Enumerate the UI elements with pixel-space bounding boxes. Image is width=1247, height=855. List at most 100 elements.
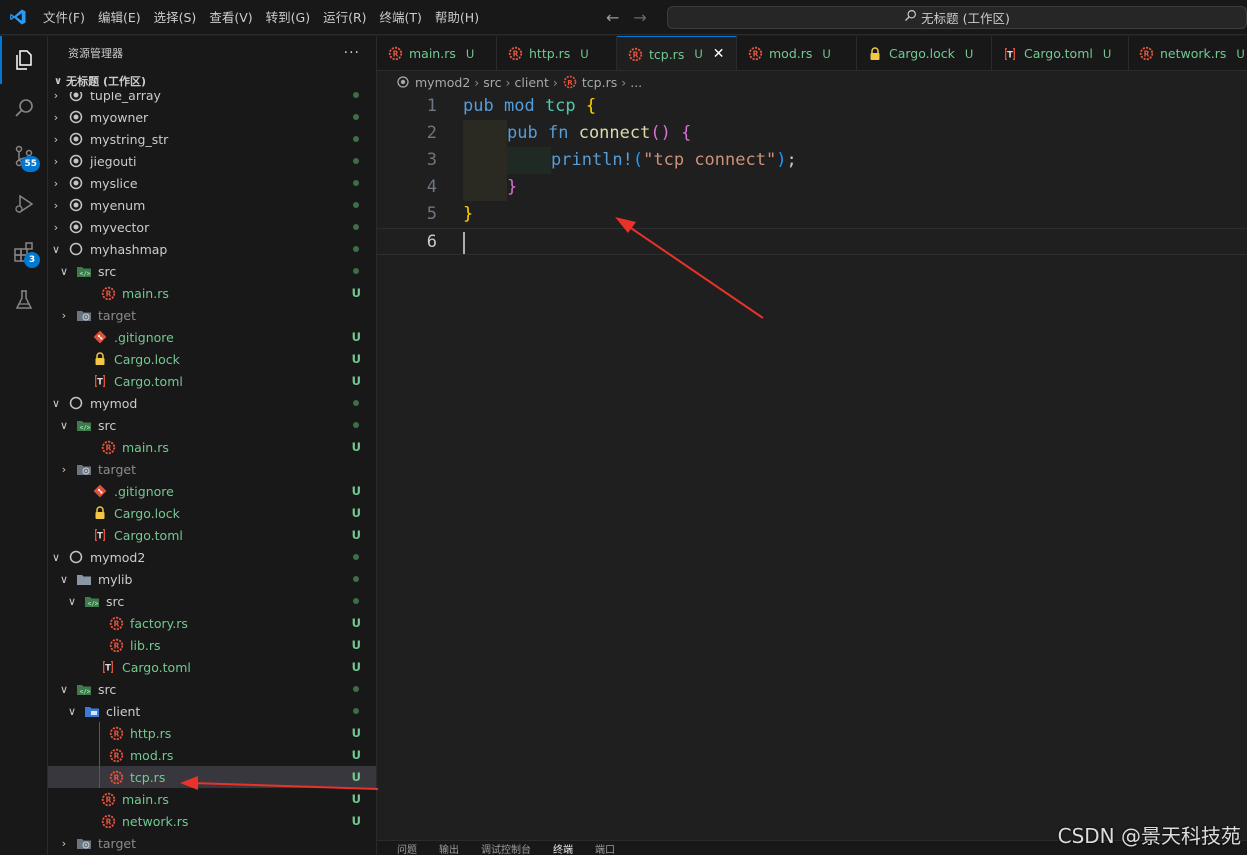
tree-item-label: myowner	[90, 109, 149, 125]
tree-item[interactable]: ∨ </> src	[48, 414, 376, 436]
testing-flask-icon[interactable]	[0, 276, 48, 324]
explorer-header: 资源管理器 ···	[48, 36, 376, 70]
tree-item[interactable]: ∨ </> src	[48, 678, 376, 700]
code-editor[interactable]: 1 pub mod tcp { 2 pub fn connect() { 3 p…	[377, 93, 1247, 840]
tree-item[interactable]: › target	[48, 304, 376, 326]
tree-item[interactable]: .gitignore U	[48, 480, 376, 502]
tree-item[interactable]: .gitignore U	[48, 326, 376, 348]
forward-arrow-icon[interactable]: →	[633, 8, 646, 27]
menu-view[interactable]: 查看(V)	[202, 0, 258, 35]
breadcrumb-item[interactable]: tcp.rs	[582, 75, 617, 90]
tab-tcp-rs[interactable]: Rtcp.rs U ✕	[617, 36, 737, 70]
chevron-right-icon[interactable]: ›	[48, 111, 64, 124]
panel-tab-output[interactable]: 输出	[439, 841, 459, 855]
extensions-icon[interactable]: 3	[0, 228, 48, 276]
panel-tab-ports[interactable]: 端口	[595, 841, 615, 855]
menu-edit[interactable]: 编辑(E)	[91, 0, 147, 35]
command-center-search[interactable]: 无标题 (工作区)	[667, 6, 1247, 29]
workspace-header[interactable]: ∨ 无标题 (工作区)	[48, 70, 376, 92]
menu-selection[interactable]: 选择(S)	[147, 0, 203, 35]
tree-item[interactable]: › target	[48, 458, 376, 480]
chevron-right-icon[interactable]: ›	[48, 177, 64, 190]
tab-mod-rs[interactable]: Rmod.rs U	[737, 36, 857, 70]
menu-file[interactable]: 文件(F)	[36, 0, 91, 35]
tree-item[interactable]: › mystring_str	[48, 128, 376, 150]
chevron-down-icon[interactable]: ∨	[64, 595, 80, 608]
tab-cargo-lock[interactable]: Cargo.lock U	[857, 36, 992, 70]
tree-item[interactable]: Cargo.lock U	[48, 502, 376, 524]
search-view-icon[interactable]	[0, 84, 48, 132]
chevron-down-icon[interactable]: ∨	[56, 419, 72, 432]
tree-item[interactable]: Rnetwork.rs U	[48, 810, 376, 832]
tab-network-rs[interactable]: Rnetwork.rs U	[1129, 36, 1247, 70]
tree-item[interactable]: ∨ mymod2	[48, 546, 376, 568]
tree-item[interactable]: ∨ client	[48, 700, 376, 722]
tree-item[interactable]: Rmain.rs U	[48, 788, 376, 810]
src-folder-icon: </>	[84, 593, 100, 609]
explorer-icon[interactable]	[0, 36, 48, 84]
back-arrow-icon[interactable]: ←	[606, 8, 619, 27]
tree-item-label: Cargo.toml	[114, 373, 183, 389]
run-debug-icon[interactable]	[0, 180, 48, 228]
tab-label: Cargo.lock	[889, 46, 955, 61]
menu-terminal[interactable]: 终端(T)	[373, 0, 428, 35]
tree-item[interactable]: Rfactory.rs U	[48, 612, 376, 634]
chevron-right-icon[interactable]: ›	[56, 309, 72, 322]
tree-item[interactable]: › myslice	[48, 172, 376, 194]
more-actions-icon[interactable]: ···	[344, 45, 360, 61]
tree-item[interactable]: T Cargo.toml U	[48, 524, 376, 546]
chevron-right-icon[interactable]: ›	[56, 837, 72, 850]
chevron-down-icon[interactable]: ∨	[56, 265, 72, 278]
tree-item[interactable]: Rmain.rs U	[48, 282, 376, 304]
breadcrumb-item[interactable]: client	[515, 75, 549, 90]
tree-item[interactable]: T Cargo.toml U	[48, 370, 376, 392]
tree-item[interactable]: Rmain.rs U	[48, 436, 376, 458]
chevron-down-icon[interactable]: ∨	[48, 397, 64, 410]
chevron-right-icon[interactable]: ›	[48, 221, 64, 234]
tree-item[interactable]: ∨ myhashmap	[48, 238, 376, 260]
tree-item[interactable]: › jiegouti	[48, 150, 376, 172]
chevron-right-icon[interactable]: ›	[56, 463, 72, 476]
chevron-down-icon[interactable]: ∨	[48, 243, 64, 256]
tree-item[interactable]: › myenum	[48, 194, 376, 216]
tab-status: U	[694, 47, 703, 61]
tree-item[interactable]: ∨ </> src	[48, 260, 376, 282]
close-icon[interactable]: ✕	[713, 46, 725, 62]
tree-item[interactable]: Rlib.rs U	[48, 634, 376, 656]
tree-item[interactable]: › myvector	[48, 216, 376, 238]
chevron-right-icon[interactable]: ›	[48, 92, 64, 102]
breadcrumb-item[interactable]: src	[483, 75, 501, 90]
tree-item[interactable]: Rtcp.rs U	[48, 766, 376, 788]
menu-help[interactable]: 帮助(H)	[428, 0, 485, 35]
menu-run[interactable]: 运行(R)	[316, 0, 372, 35]
tree-item[interactable]: › myowner	[48, 106, 376, 128]
tree-item[interactable]: Rhttp.rs U	[48, 722, 376, 744]
breadcrumb-item[interactable]: ...	[630, 75, 642, 90]
breadcrumb-item[interactable]: mymod2	[415, 75, 470, 90]
panel-tab-debug-console[interactable]: 调试控制台	[481, 841, 531, 855]
tab-main-rs[interactable]: Rmain.rs U	[377, 36, 497, 70]
tree-item[interactable]: › tuple_array	[48, 92, 376, 106]
source-control-icon[interactable]: 55	[0, 132, 48, 180]
chevron-down-icon[interactable]: ∨	[56, 573, 72, 586]
tab-cargo-toml[interactable]: T Cargo.toml U	[992, 36, 1129, 70]
tree-item[interactable]: T Cargo.toml U	[48, 656, 376, 678]
chevron-right-icon[interactable]: ›	[48, 155, 64, 168]
panel-tab-problems[interactable]: 问题	[397, 841, 417, 855]
tree-item[interactable]: Rmod.rs U	[48, 744, 376, 766]
tree-item[interactable]: › target	[48, 832, 376, 854]
tree-item[interactable]: ∨ mylib	[48, 568, 376, 590]
tree-item[interactable]: ∨ mymod	[48, 392, 376, 414]
panel-tab-terminal[interactable]: 终端	[553, 841, 573, 855]
chevron-right-icon[interactable]: ›	[48, 133, 64, 146]
line-number: 2	[426, 123, 437, 143]
tree-item[interactable]: ∨ </> src	[48, 590, 376, 612]
chevron-right-icon[interactable]: ›	[48, 199, 64, 212]
chevron-down-icon[interactable]: ∨	[56, 683, 72, 696]
tree-item[interactable]: Cargo.lock U	[48, 348, 376, 370]
chevron-down-icon[interactable]: ∨	[48, 551, 64, 564]
menu-go[interactable]: 转到(G)	[259, 0, 316, 35]
chevron-down-icon[interactable]: ∨	[64, 705, 80, 718]
git-status-badge: U	[351, 484, 361, 498]
tab-http-rs[interactable]: Rhttp.rs U	[497, 36, 617, 70]
